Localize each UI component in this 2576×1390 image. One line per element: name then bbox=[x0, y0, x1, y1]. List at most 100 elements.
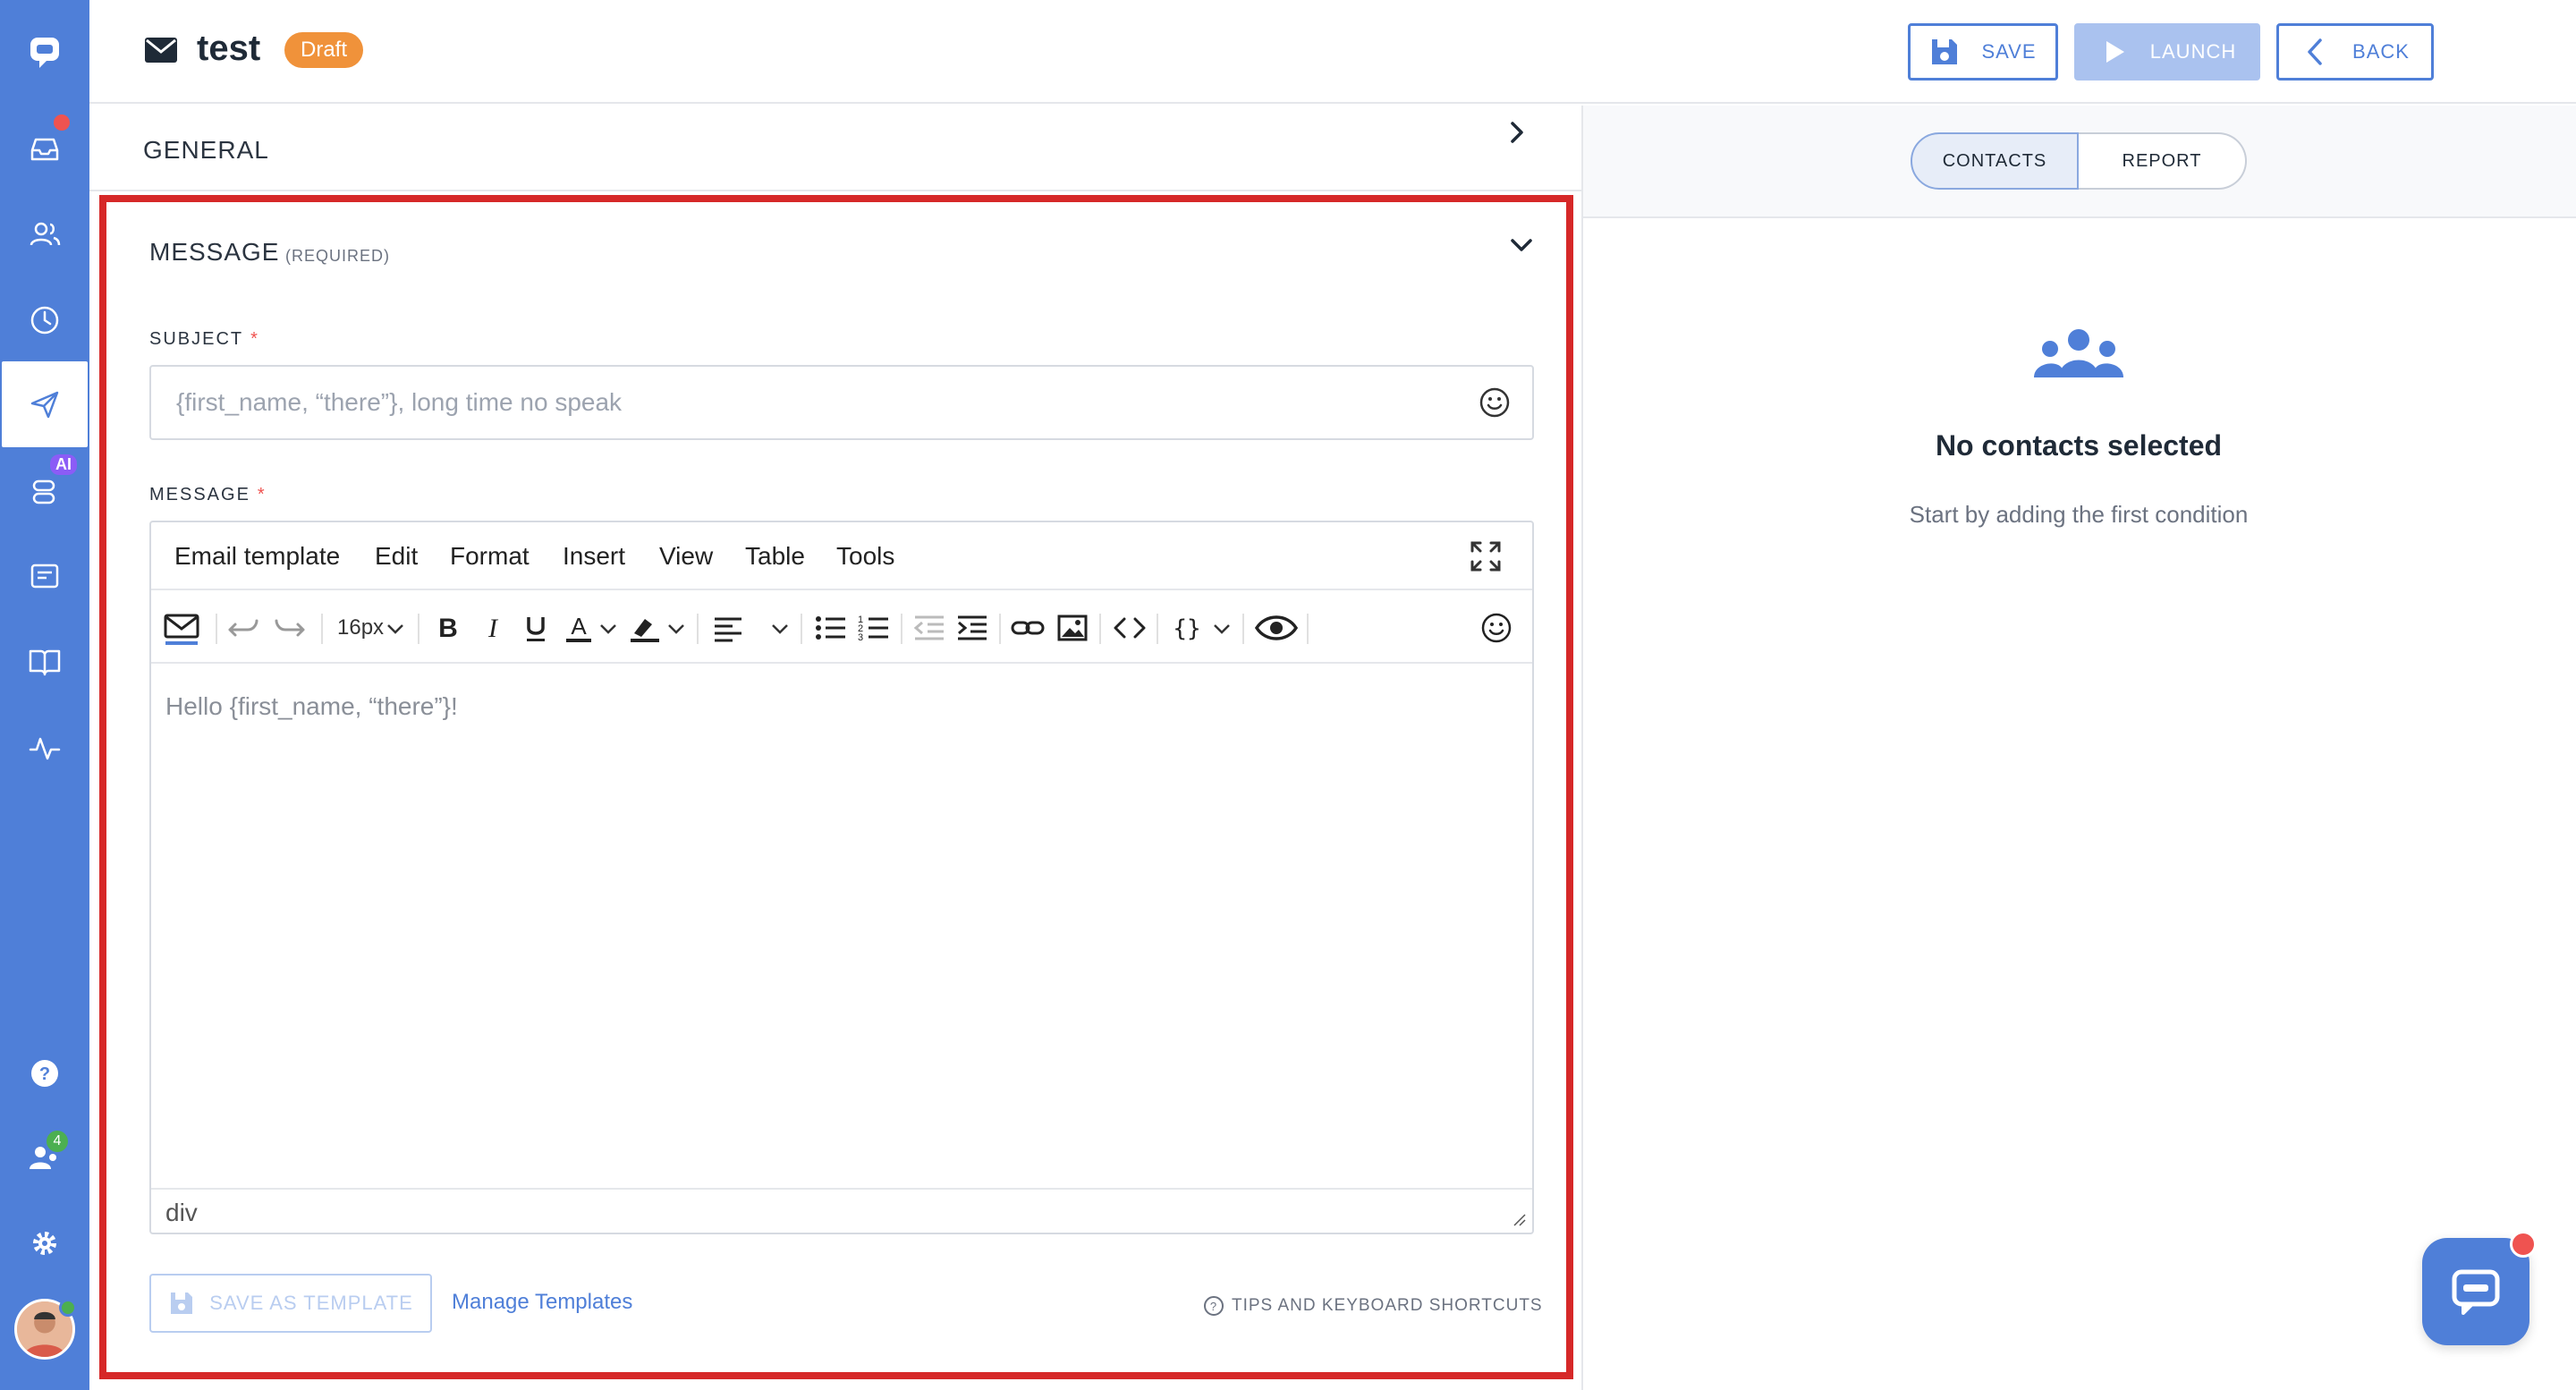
editor-menubar: Email template Edit Format Insert View T… bbox=[151, 522, 1532, 590]
italic-button[interactable]: I bbox=[475, 610, 511, 646]
bold-icon: B bbox=[438, 614, 458, 643]
chevron-down-icon[interactable] bbox=[770, 619, 790, 639]
campaign-title: test bbox=[197, 29, 261, 68]
svg-text:B: B bbox=[438, 614, 458, 643]
sidebar-item-history[interactable] bbox=[0, 277, 89, 363]
align-button[interactable] bbox=[711, 610, 747, 646]
tab-contacts[interactable]: CONTACTS bbox=[1911, 132, 2079, 190]
message-label: MESSAGE * bbox=[149, 485, 267, 505]
email-template-button[interactable] bbox=[164, 610, 199, 646]
menu-format[interactable]: Format bbox=[450, 542, 530, 571]
redo-icon bbox=[275, 619, 305, 637]
editor-emoji-button[interactable] bbox=[1479, 610, 1514, 646]
envelope-icon bbox=[145, 38, 177, 63]
help-button[interactable]: ? bbox=[0, 1030, 89, 1116]
emoji-icon[interactable] bbox=[1479, 386, 1511, 419]
image-button[interactable] bbox=[1055, 610, 1090, 646]
link-icon bbox=[1011, 621, 1045, 635]
floppy-disk-icon bbox=[1932, 39, 1958, 64]
text-color-button[interactable]: A bbox=[563, 610, 598, 646]
variables-button[interactable]: {} bbox=[1169, 610, 1205, 646]
emoji-icon bbox=[1481, 613, 1512, 643]
online-status-dot bbox=[59, 1299, 77, 1317]
outdent-button[interactable] bbox=[911, 610, 947, 646]
chevron-down-icon[interactable] bbox=[598, 619, 618, 639]
manage-templates-link[interactable]: Manage Templates bbox=[452, 1290, 632, 1315]
save-button[interactable]: SAVE bbox=[1908, 23, 2058, 81]
chevron-down-icon[interactable] bbox=[1212, 619, 1232, 639]
settings-button[interactable] bbox=[0, 1200, 89, 1286]
sidebar-item-contacts[interactable] bbox=[0, 191, 89, 277]
menu-email-template[interactable]: Email template bbox=[174, 542, 340, 571]
save-as-template-label: SAVE AS TEMPLATE bbox=[209, 1292, 413, 1314]
undo-button[interactable] bbox=[226, 610, 262, 646]
tips-shortcuts-label: TIPS AND KEYBOARD SHORTCUTS bbox=[1232, 1296, 1543, 1315]
play-icon bbox=[2106, 41, 2124, 63]
tab-report[interactable]: REPORT bbox=[2079, 132, 2247, 190]
numbered-list-button[interactable]: 123 bbox=[856, 610, 892, 646]
sidebar: AI ? 4 bbox=[0, 0, 89, 1390]
menu-table[interactable]: Table bbox=[745, 542, 805, 571]
text-color-icon: A bbox=[566, 613, 591, 642]
chevron-down-icon[interactable] bbox=[1509, 233, 1534, 258]
toolbar-separator bbox=[901, 614, 902, 644]
editor-statusbar: div bbox=[151, 1188, 1532, 1233]
toolbar-separator bbox=[1099, 614, 1101, 644]
menu-edit[interactable]: Edit bbox=[375, 542, 418, 571]
menu-tools[interactable]: Tools bbox=[836, 542, 894, 571]
redo-button[interactable] bbox=[271, 610, 307, 646]
team-button[interactable] bbox=[0, 1115, 89, 1200]
underline-icon bbox=[527, 617, 545, 641]
preview-button[interactable] bbox=[1255, 610, 1298, 646]
toolbar-separator bbox=[418, 614, 419, 644]
sidebar-item-inbox[interactable] bbox=[0, 106, 89, 191]
indent-button[interactable] bbox=[954, 610, 990, 646]
image-icon bbox=[1057, 614, 1088, 641]
general-section-header[interactable]: GENERAL bbox=[89, 106, 1581, 191]
empty-state-subtitle: Start by adding the first condition bbox=[1909, 501, 2249, 528]
bullet-list-button[interactable] bbox=[813, 610, 849, 646]
status-badge: Draft bbox=[284, 32, 364, 68]
floppy-disk-icon bbox=[171, 1293, 193, 1314]
message-section: MESSAGE (REQUIRED) SUBJECT * {first_name,… bbox=[99, 195, 1573, 1379]
subject-input[interactable]: {first_name, “there”}, long time no spea… bbox=[149, 365, 1534, 440]
toolbar-separator bbox=[1157, 614, 1158, 644]
font-size-select[interactable]: 16px bbox=[337, 615, 384, 640]
chevron-right-icon bbox=[1511, 122, 1523, 143]
sidebar-item-campaigns[interactable] bbox=[2, 361, 88, 447]
chevron-down-icon[interactable] bbox=[666, 619, 686, 639]
underline-button[interactable] bbox=[518, 610, 554, 646]
link-button[interactable] bbox=[1010, 610, 1046, 646]
braces-icon: {} bbox=[1173, 615, 1200, 642]
highlight-color-button[interactable] bbox=[627, 610, 663, 646]
resize-handle-icon[interactable] bbox=[1513, 1213, 1527, 1227]
launch-button-label: LAUNCH bbox=[2149, 40, 2237, 63]
inbox-icon bbox=[30, 138, 59, 161]
sidebar-item-widget[interactable] bbox=[0, 533, 89, 619]
contacts-group-icon bbox=[2034, 329, 2123, 377]
menu-insert[interactable]: Insert bbox=[563, 542, 625, 571]
toolbar-separator bbox=[1242, 614, 1244, 644]
app-logo-icon[interactable] bbox=[0, 9, 89, 95]
paper-plane-icon bbox=[30, 391, 59, 419]
subject-label: SUBJECT * bbox=[149, 329, 259, 350]
book-icon bbox=[29, 649, 61, 676]
save-as-template-button[interactable]: SAVE AS TEMPLATE bbox=[149, 1274, 432, 1333]
editor-content[interactable]: Hello {first_name, “there”}! bbox=[165, 692, 458, 721]
svg-text:I: I bbox=[487, 614, 499, 643]
fullscreen-icon[interactable] bbox=[1470, 540, 1502, 572]
sidebar-item-analytics[interactable] bbox=[0, 705, 89, 791]
source-code-button[interactable] bbox=[1112, 610, 1148, 646]
launch-button[interactable]: LAUNCH bbox=[2074, 23, 2260, 81]
required-label: (REQUIRED) bbox=[285, 247, 390, 265]
bold-button[interactable]: B bbox=[430, 610, 466, 646]
required-star: * bbox=[257, 485, 267, 504]
message-label-text: MESSAGE bbox=[149, 485, 250, 504]
bullet-list-icon bbox=[816, 616, 845, 640]
tips-shortcuts-link[interactable]: ? TIPS AND KEYBOARD SHORTCUTS bbox=[1203, 1295, 1543, 1317]
menu-view[interactable]: View bbox=[659, 542, 713, 571]
sidebar-item-knowledge-base[interactable] bbox=[0, 619, 89, 705]
code-icon bbox=[1114, 617, 1146, 639]
back-button[interactable]: BACK bbox=[2276, 23, 2434, 81]
indent-icon bbox=[958, 615, 987, 640]
